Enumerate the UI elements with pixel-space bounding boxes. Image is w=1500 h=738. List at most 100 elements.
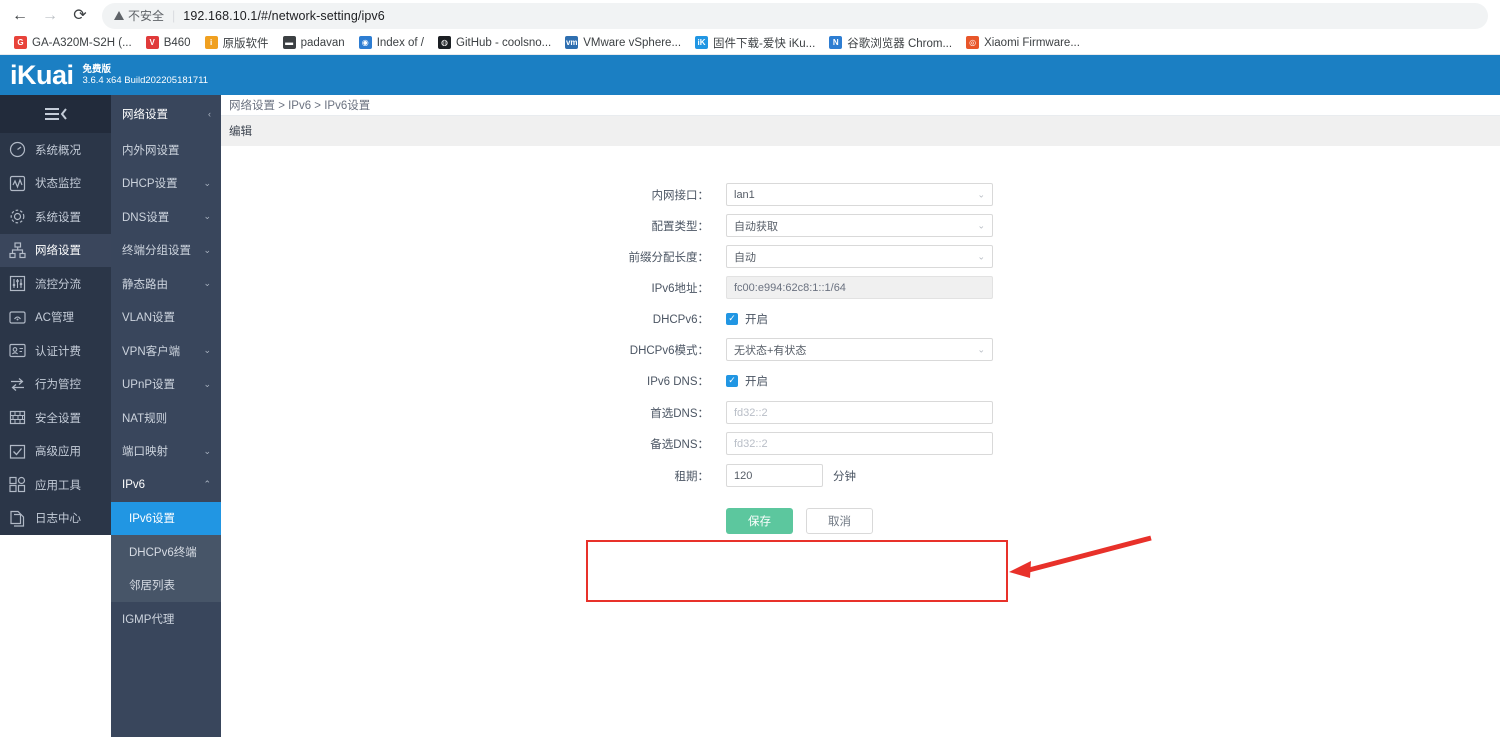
sidebar-item-4[interactable]: 流控分流 — [0, 267, 111, 301]
label-lan-interface: 内网接口： — [651, 189, 710, 202]
primary-dns-input[interactable]: fd32::2 — [726, 401, 993, 424]
chevron-down-icon: ⌄ — [203, 445, 211, 456]
subnav-item-5[interactable]: VLAN设置 — [111, 301, 221, 335]
subnav-item-2[interactable]: DNS设置 ⌄ — [111, 200, 221, 234]
subnav-item-label: DNS设置 — [122, 211, 170, 224]
collapse-menu-icon[interactable] — [0, 95, 111, 133]
bookmark-item[interactable]: ◉ Index of / — [353, 34, 430, 51]
subnav-item-9[interactable]: 端口映射 ⌄ — [111, 435, 221, 469]
subnav-item-1[interactable]: DHCP设置 ⌄ — [111, 167, 221, 201]
bookmark-item[interactable]: ◎ Xiaomi Firmware... — [960, 34, 1086, 51]
row-ipv6-dns: IPv6 DNS： ✓ 开启 — [221, 365, 1500, 396]
back-icon[interactable]: ← — [6, 2, 34, 30]
sidebar-item-6[interactable]: 认证计费 — [0, 334, 111, 368]
apps-icon — [9, 476, 26, 493]
bookmark-item[interactable]: N 谷歌浏览器 Chrom... — [823, 33, 958, 53]
bookmark-item[interactable]: ▬ padavan — [277, 34, 351, 51]
app-header: iKuai 免费版 3.6.4 x64 Build202205181711 — [0, 55, 1500, 95]
sidebar-item-7[interactable]: 行为管控 — [0, 368, 111, 402]
version-label: 3.6.4 x64 Build202205181711 — [82, 75, 209, 86]
bookmark-label: GA-A320M-S2H (... — [32, 36, 132, 49]
chevron-down-icon: ⌄ — [203, 278, 211, 289]
row-lan-interface: 内网接口： lan1 ⌄ — [221, 179, 1500, 210]
check-box-icon — [9, 443, 26, 460]
bookmark-label: GitHub - coolsno... — [456, 36, 552, 49]
reload-icon[interactable]: ⟳ — [66, 2, 94, 30]
sidebar-item-label: 认证计费 — [35, 345, 81, 358]
sidebar-item-label: 系统概况 — [35, 144, 81, 157]
lease-input[interactable]: 120 — [726, 464, 823, 487]
prefix-length-select[interactable]: 自动 — [726, 245, 993, 268]
subnav-item-label: 内外网设置 — [122, 144, 180, 157]
row-config-type: 配置类型： 自动获取 ⌄ — [221, 210, 1500, 241]
label-prefix-length: 前缀分配长度： — [628, 251, 710, 264]
subnav-item-ipv6[interactable]: IPv6 ⌃ — [111, 468, 221, 502]
label-dhcpv6-mode: DHCPv6模式： — [629, 344, 709, 357]
content-area: 网络设置 > IPv6 > IPv6设置 编辑 内网接口： lan1 ⌄ 配置类… — [221, 95, 1500, 737]
subnav-item-label: NAT规则 — [122, 412, 168, 425]
monitor-icon — [9, 175, 26, 192]
subnav-item-7[interactable]: UPnP设置 ⌄ — [111, 368, 221, 402]
secondary-sidebar: 网络设置 ‹ 内外网设置 DHCP设置 ⌄ DNS设置 ⌄ 终端分组设置 ⌄ 静态路由 ⌄ VLA… — [111, 95, 221, 737]
security-label: 不安全 — [128, 9, 165, 23]
bookmark-favicon-icon: ◍ — [438, 36, 451, 49]
bookmark-item[interactable]: vm VMware vSphere... — [559, 34, 687, 51]
forward-icon[interactable]: → — [36, 2, 64, 30]
subnav-item-6[interactable]: VPN客户端 ⌄ — [111, 334, 221, 368]
subnav-child-1[interactable]: DHCPv6终端 — [111, 535, 221, 569]
subnav-ipv6-children: IPv6设置 DHCPv6终端邻居列表 — [111, 501, 221, 603]
bookmark-label: VMware vSphere... — [583, 36, 682, 49]
sidebar-item-2[interactable]: 系统设置 — [0, 200, 111, 234]
bookmark-item[interactable]: ◍ GitHub - coolsno... — [432, 34, 557, 51]
subnav-child-2[interactable]: 邻居列表 — [111, 569, 221, 603]
sidebar-item-0[interactable]: 系统概况 — [0, 133, 111, 167]
sidebar-item-5[interactable]: AC管理 — [0, 301, 111, 335]
subnav-item-label: UPnP设置 — [122, 379, 176, 392]
secondary-dns-input[interactable]: fd32::2 — [726, 432, 993, 455]
bookmark-item[interactable]: V B460 — [140, 34, 197, 51]
bookmark-item[interactable]: iK 固件下载-爱快 iKu... — [689, 33, 821, 53]
sidebar-item-3[interactable]: 网络设置 — [0, 233, 111, 267]
cancel-button[interactable]: 取消 — [806, 508, 873, 534]
chevron-down-icon: ⌄ — [203, 244, 211, 255]
subnav-item-3[interactable]: 终端分组设置 ⌄ — [111, 234, 221, 268]
sidebar-item-8[interactable]: 安全设置 — [0, 401, 111, 435]
bookmark-label: B460 — [163, 36, 191, 49]
label-primary-dns: 首选DNS： — [650, 407, 709, 420]
firewall-icon — [9, 409, 26, 426]
security-chip[interactable]: 不安全 — [114, 7, 164, 24]
dhcpv6-checkbox-label: 开启 — [745, 313, 768, 326]
row-dhcpv6: DHCPv6： ✓ 开启 — [221, 303, 1500, 334]
sidebar-item-label: 系统设置 — [35, 211, 81, 224]
subnav-title[interactable]: 网络设置 ‹ — [111, 95, 221, 133]
subnav-child-label: 邻居列表 — [129, 580, 175, 593]
sidebar-item-9[interactable]: 高级应用 — [0, 435, 111, 469]
sidebar-item-1[interactable]: 状态监控 — [0, 167, 111, 201]
bookmark-item[interactable]: i 原版软件 — [199, 33, 275, 53]
subnav-item-label: DHCP设置 — [122, 178, 178, 191]
breadcrumb: 网络设置 > IPv6 > IPv6设置 — [221, 95, 1500, 116]
subnav-item-igmp[interactable]: IGMP代理 — [111, 602, 221, 636]
subnav-item-8[interactable]: NAT规则 — [111, 401, 221, 435]
address-bar[interactable]: 不安全 | 192.168.10.1/#/network-setting/ipv… — [102, 2, 1488, 29]
ipv6-dns-checkbox[interactable]: ✓ — [726, 374, 738, 387]
warning-triangle-icon — [114, 11, 124, 20]
row-secondary-dns: 备选DNS： fd32::2 — [221, 428, 1500, 459]
subnav-item-0[interactable]: 内外网设置 — [111, 133, 221, 167]
arrows-icon — [9, 376, 26, 393]
save-button[interactable]: 保存 — [726, 508, 793, 534]
config-type-select[interactable]: 自动获取 — [726, 214, 993, 237]
sidebar-item-label: AC管理 — [35, 312, 74, 325]
dhcpv6-checkbox[interactable]: ✓ — [726, 312, 738, 325]
subnav-item-label: 终端分组设置 — [122, 245, 191, 258]
subnav-item-4[interactable]: 静态路由 ⌄ — [111, 267, 221, 301]
subnav-child-0[interactable]: IPv6设置 — [111, 501, 221, 535]
lan-interface-select[interactable]: lan1 — [726, 183, 993, 206]
bookmark-label: 固件下载-爱快 iKu... — [713, 37, 816, 50]
form-buttons: 保存 取消 — [221, 508, 1500, 534]
bookmark-item[interactable]: G GA-A320M-S2H (... — [8, 34, 138, 51]
sidebar-item-11[interactable]: 日志中心 — [0, 502, 111, 536]
sidebar-item-10[interactable]: 应用工具 — [0, 468, 111, 502]
dhcpv6-mode-select[interactable]: 无状态+有状态 — [726, 338, 993, 361]
documents-icon — [9, 510, 26, 527]
